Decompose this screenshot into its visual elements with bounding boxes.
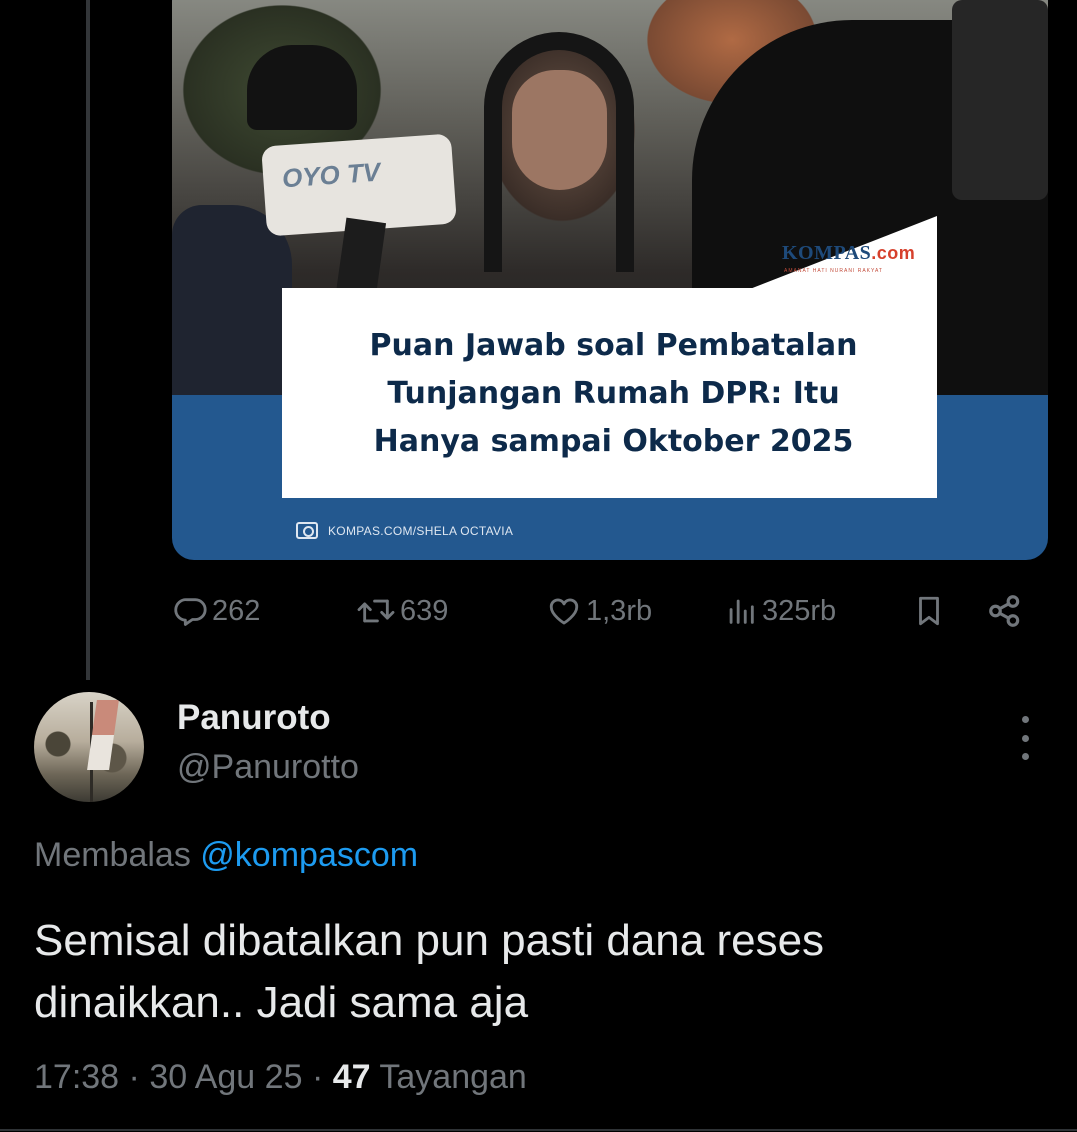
like-icon: [549, 598, 579, 625]
repost-icon: [357, 599, 395, 623]
tweet-time[interactable]: 17:38: [34, 1058, 119, 1096]
headline-line-3: Hanya sampai Oktober 2025: [373, 424, 854, 459]
like-button[interactable]: 1,3rb: [546, 586, 652, 636]
kompas-tagline: AMANAT HATI NURANI RAKYAT: [784, 268, 883, 274]
reply-icon: [174, 598, 207, 626]
camera-icon: [296, 522, 318, 539]
views-label: Tayangan: [379, 1058, 527, 1096]
replying-to-link[interactable]: @kompascom: [200, 836, 418, 874]
like-count: 1,3rb: [586, 594, 653, 627]
tweet-text-line-2: dinaikkan.. Jadi sama aja: [34, 978, 529, 1027]
views-button[interactable]: 325rb: [724, 586, 836, 636]
display-name[interactable]: Panuroto: [177, 698, 331, 738]
views-count: 325rb: [762, 594, 837, 627]
share-button[interactable]: [986, 586, 1024, 636]
repost-button[interactable]: 639: [356, 586, 448, 636]
views-total: 47: [332, 1058, 371, 1096]
reply-count: 262: [212, 594, 261, 627]
bookmark-icon: [919, 596, 939, 626]
photo-credit-text: KOMPAS.COM/SHELA OCTAVIA: [328, 523, 514, 538]
user-handle[interactable]: @Panurotto: [177, 748, 359, 787]
photo-credit: KOMPAS.COM/SHELA OCTAVIA: [296, 522, 513, 539]
tweet-meta: 17:38 · 30 Agu 25 · 47 Tayangan: [34, 1058, 527, 1096]
tweet-text-line-1: Semisal dibatalkan pun pasti dana reses: [34, 916, 825, 965]
tweet-thread-view: OYO TV KOMPAS.com AMANAT HATI NURANI RAK…: [0, 0, 1077, 1132]
views-icon: [729, 599, 754, 624]
headline-line-1: Puan Jawab soal Pembatalan: [369, 328, 858, 363]
tweet-actions-bar: 262 639 1,3rb 325rb: [172, 586, 1032, 636]
tweet-date[interactable]: 30 Agu 25: [149, 1058, 302, 1096]
avatar[interactable]: [34, 692, 144, 802]
bookmark-button[interactable]: [912, 586, 946, 636]
more-icon[interactable]: [1010, 716, 1040, 760]
news-card-image[interactable]: OYO TV KOMPAS.com AMANAT HATI NURANI RAK…: [172, 0, 1048, 560]
thread-connector-line: [86, 0, 90, 680]
share-icon: [989, 595, 1020, 627]
headline-line-2: Tunjangan Rumah DPR: Itu: [387, 376, 840, 411]
replying-prefix: Membalas: [34, 836, 191, 874]
tweet-text: Semisal dibatalkan pun pasti dana reses …: [34, 910, 1044, 1034]
kompas-logo: KOMPAS.com: [782, 242, 916, 264]
divider: [0, 1129, 1077, 1131]
reply-button[interactable]: 262: [174, 586, 260, 636]
headline-box: Puan Jawab soal Pembatalan Tunjangan Rum…: [282, 288, 937, 498]
replying-to-line: Membalas @kompascom: [34, 836, 418, 875]
repost-count: 639: [400, 594, 449, 627]
